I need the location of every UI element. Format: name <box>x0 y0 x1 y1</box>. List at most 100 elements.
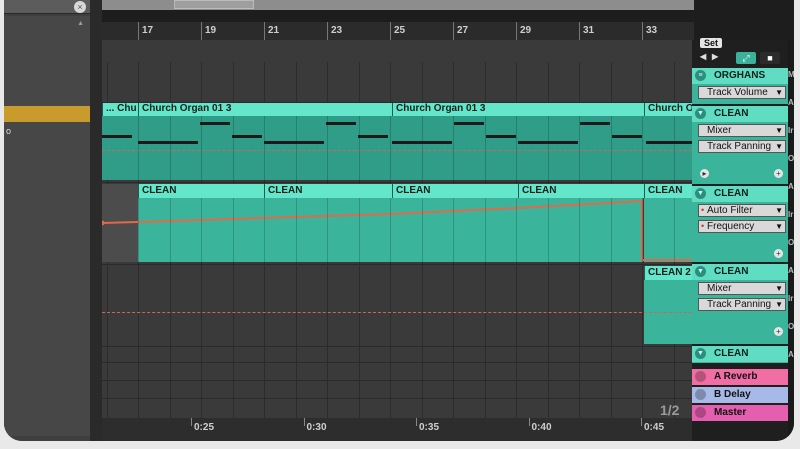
arrangement-view[interactable]: ... Chu Church Organ 01 3 Church Organ 0… <box>102 62 692 418</box>
mixer-column-label: O <box>788 154 794 163</box>
time-tick <box>416 418 417 426</box>
play-icon[interactable] <box>695 389 706 400</box>
browser-list[interactable] <box>4 16 90 436</box>
ruler-tick <box>138 22 139 40</box>
track-clean-a[interactable]: ▼ CLEAN Mixer ▼ Track Panning ▼ ▸ + <box>692 106 788 184</box>
midi-note[interactable] <box>200 122 230 125</box>
clip-grid-line <box>358 116 360 180</box>
play-icon[interactable] <box>695 371 706 382</box>
ruler-tick <box>264 22 265 40</box>
track-header[interactable]: ▼ CLEAN <box>692 346 788 362</box>
mixer-column-label: A <box>788 350 794 359</box>
fold-icon[interactable]: ▼ <box>695 188 706 199</box>
bar-number: 27 <box>457 25 469 36</box>
clip-grid-line <box>232 198 234 262</box>
nav-left-icon[interactable]: ◀ <box>700 52 706 61</box>
clip-grid-line <box>453 198 454 262</box>
clip-grid-line <box>138 198 139 262</box>
time-tick <box>641 418 642 426</box>
midi-note[interactable] <box>232 135 262 138</box>
ruler-tick <box>516 22 517 40</box>
master-track[interactable]: Master <box>692 405 788 421</box>
track-organs[interactable]: ≡ ORGHANS Track Volume ▼ <box>692 68 788 104</box>
mixer-edge: M A Ir O A Ir O A Ir O A <box>788 40 794 441</box>
midi-note[interactable] <box>358 135 388 138</box>
clip-organ-fragment[interactable]: ... Chu <box>102 102 138 116</box>
midi-note[interactable] <box>102 135 132 138</box>
clip-grid-line <box>484 198 486 262</box>
fold-icon[interactable]: ▼ <box>695 348 706 359</box>
device-select[interactable]: Mixer ▼ <box>698 282 786 295</box>
device-select[interactable]: • Auto Filter ▼ <box>698 204 786 217</box>
draw-mode-icon[interactable]: ⤢ <box>736 52 756 64</box>
time-label: 0:40 <box>531 422 552 433</box>
fold-icon[interactable]: ▼ <box>695 266 706 277</box>
track-header[interactable]: ▼ CLEAN <box>692 106 788 122</box>
clip-grid-line <box>610 116 612 180</box>
clip-organ-3[interactable]: Church O <box>644 102 692 116</box>
device-select[interactable]: Mixer ▼ <box>698 124 786 137</box>
return-track-a[interactable]: A Reverb <box>692 369 788 385</box>
browser-selected-item[interactable] <box>4 106 90 122</box>
clip-grid-line <box>169 116 171 180</box>
fold-icon[interactable]: ▼ <box>695 108 706 119</box>
bar-ruler[interactable]: 17 19 21 23 25 27 29 31 33 <box>102 22 694 40</box>
group-icon[interactable]: ≡ <box>695 70 706 81</box>
midi-note[interactable] <box>264 141 324 144</box>
dropdown-arrow-icon: ▼ <box>775 126 783 135</box>
overview-strip[interactable] <box>102 0 694 10</box>
clip-grid-line <box>327 116 328 180</box>
play-icon[interactable] <box>695 407 706 418</box>
midi-note[interactable] <box>646 141 692 144</box>
track-name: ORGHANS <box>714 70 766 81</box>
return-track-b[interactable]: B Delay <box>692 387 788 403</box>
clip-clean-2-alt[interactable]: CLEAN 2 <box>644 266 692 280</box>
close-icon[interactable]: × <box>74 1 86 13</box>
scrub-area[interactable] <box>102 40 694 62</box>
clip-organ-2[interactable]: Church Organ 01 3 <box>392 102 644 116</box>
set-button[interactable]: Set <box>700 38 723 48</box>
play-icon[interactable]: ▸ <box>700 169 709 178</box>
return-name: B Delay <box>714 389 751 400</box>
add-lane-icon[interactable]: + <box>774 169 783 178</box>
modulated-dot-icon: • <box>701 221 705 231</box>
automation-envelope[interactable] <box>102 184 692 262</box>
mixer-column-label: Ir <box>788 126 794 135</box>
track-clean-c[interactable]: ▼ CLEAN Mixer ▼ Track Panning ▼ + <box>692 264 788 344</box>
mixer-column-label: Ir <box>788 294 794 303</box>
scroll-up-icon[interactable]: ▲ <box>77 20 84 27</box>
param-select[interactable]: Track Panning ▼ <box>698 140 786 153</box>
add-lane-icon[interactable]: + <box>774 249 783 258</box>
browser-item-fragment[interactable]: o <box>6 126 11 136</box>
track-header[interactable]: ▼ CLEAN <box>692 186 788 202</box>
param-select[interactable]: Track Panning ▼ <box>698 298 786 311</box>
automation-param-select[interactable]: Track Volume ▼ <box>698 86 786 99</box>
select-value: Track Panning <box>707 141 772 152</box>
midi-note[interactable] <box>138 141 198 144</box>
track-clean-b[interactable]: ▼ CLEAN • Auto Filter ▼ • Frequency ▼ + <box>692 186 788 262</box>
bar-number: 29 <box>520 25 532 36</box>
midi-note[interactable] <box>486 135 516 138</box>
clip-organ-1[interactable]: Church Organ 01 3 <box>138 102 392 116</box>
time-tick <box>191 418 192 426</box>
overview-view-box[interactable] <box>174 0 254 9</box>
midi-note[interactable] <box>580 122 610 125</box>
nav-right-icon[interactable]: ▶ <box>712 52 718 61</box>
track-header[interactable]: ≡ ORGHANS <box>692 68 788 84</box>
clip-grid-line <box>642 198 643 262</box>
browser-header: × <box>4 0 90 14</box>
return-name: A Reverb <box>714 371 758 382</box>
clip-grid-line <box>232 116 234 180</box>
panel-divider[interactable] <box>90 0 102 441</box>
time-ruler[interactable]: 0:25 0:30 0:35 0:40 0:45 <box>102 418 694 441</box>
track-clean-d[interactable]: ▼ CLEAN <box>692 346 788 363</box>
midi-note[interactable] <box>454 122 484 125</box>
mixer-column-label: A <box>788 182 794 191</box>
track-header[interactable]: ▼ CLEAN <box>692 264 788 280</box>
lock-icon[interactable]: ■ <box>760 52 780 64</box>
midi-note[interactable] <box>612 135 642 138</box>
add-lane-icon[interactable]: + <box>774 327 783 336</box>
midi-note[interactable] <box>326 122 356 125</box>
track-separator <box>102 182 692 183</box>
param-select[interactable]: • Frequency ▼ <box>698 220 786 233</box>
